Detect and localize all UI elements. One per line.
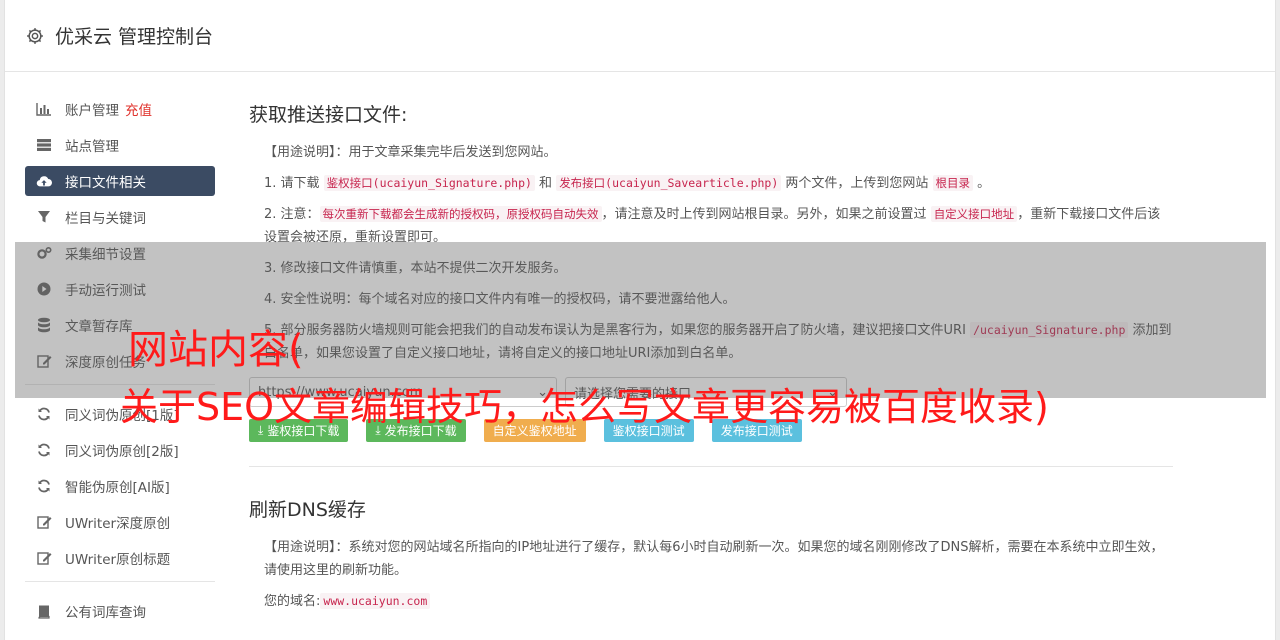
step-text: 。 — [973, 176, 991, 191]
custom-url-code: 自定义接口地址 — [930, 206, 1018, 222]
publish-file-code: 发布接口(ucaiyun_Savearticle.php) — [556, 175, 782, 191]
step-text: 两个文件，上传到您网站 — [781, 176, 933, 191]
gear-icon — [27, 27, 43, 44]
sidebar-item-label: UWriter原创标题 — [65, 552, 171, 568]
page-title: 优采云 管理控制台 — [55, 26, 214, 48]
section-title-api-files: 获取推送接口文件: — [249, 104, 408, 126]
sidebar-item-api-files[interactable]: 接口文件相关 — [25, 166, 215, 196]
usage-tag: 【用途说明】 — [264, 145, 336, 160]
sidebar-divider — [25, 581, 215, 582]
section-title-dns: 刷新DNS缓存 — [249, 499, 366, 521]
domain-value: www.ucaiyun.com — [320, 593, 431, 609]
section-divider — [249, 466, 1173, 467]
overlay-title-line1: 网站内容( — [128, 327, 304, 373]
top-header: 优采云 管理控制台 — [5, 0, 1275, 72]
sidebar-item-label: 同义词伪原创[2版] — [65, 444, 179, 460]
refresh-icon — [36, 442, 52, 458]
sidebar-item-uwriter-title[interactable]: UWriter原创标题 — [25, 543, 215, 573]
sidebar-item-label: 站点管理 — [65, 139, 119, 155]
bar-chart-icon — [36, 101, 52, 117]
usage-text: ：系统对您的网站域名所指向的IP地址进行了缓存，默认每6小时自动刷新一次。如果您… — [264, 540, 1164, 578]
sidebar-item-sites[interactable]: 站点管理 — [25, 130, 215, 160]
refresh-icon — [36, 478, 52, 494]
step-1: 1. 请下载 鉴权接口(ucaiyun_Signature.php) 和 发布接… — [264, 172, 1173, 195]
sidebar-item-label: UWriter深度原创 — [65, 516, 171, 532]
filter-icon — [36, 209, 52, 225]
server-icon — [36, 137, 52, 153]
overlay-title-line2: 关于SEO文章编辑技巧，怎么写文章更容易被百度收录) — [120, 385, 1049, 429]
recharge-link[interactable]: 充值 — [125, 99, 152, 119]
watermark-band — [15, 242, 1266, 398]
edit-icon — [36, 550, 52, 566]
dns-usage-note: 【用途说明】：系统对您的网站域名所指向的IP地址进行了缓存，默认每6小时自动刷新… — [264, 536, 1173, 582]
usage-text: ：用于文章采集完毕后发送到您网站。 — [335, 145, 557, 160]
refresh-icon — [36, 406, 52, 422]
edit-icon — [36, 514, 52, 530]
sidebar-item-label: 智能伪原创[AI版] — [65, 480, 170, 496]
step-text: ，请注意及时上传到网站根目录。另外，如果之前设置过 — [601, 207, 931, 222]
root-dir-code: 根目录 — [932, 175, 974, 191]
usage-tag: 【用途说明】 — [264, 540, 336, 555]
sidebar-item-public-lexicon[interactable]: 公有词库查询 — [25, 596, 215, 626]
usage-note: 【用途说明】：用于文章采集完毕后发送到您网站。 — [264, 141, 1173, 164]
sidebar-item-label: 账户管理 — [65, 103, 119, 119]
domain-label: 您的域名: — [264, 594, 321, 609]
sidebar-item-uwriter-deep[interactable]: UWriter深度原创 — [25, 507, 215, 537]
step-text: 1. 请下载 — [264, 176, 324, 191]
sidebar-item-label: 公有词库查询 — [65, 605, 146, 621]
sidebar-item-ai-rewrite[interactable]: 智能伪原创[AI版] — [25, 471, 215, 501]
sidebar-item-synonym-v2[interactable]: 同义词伪原创[2版] — [25, 435, 215, 465]
book-icon — [36, 603, 52, 619]
sidebar-item-label: 接口文件相关 — [65, 175, 146, 191]
sidebar-item-account[interactable]: 账户管理 充值 — [25, 94, 215, 124]
sidebar-item-columns-keywords[interactable]: 栏目与关键词 — [25, 202, 215, 232]
domain-row: 您的域名: www.ucaiyun.com — [264, 590, 1173, 613]
step-text: 和 — [534, 176, 557, 191]
warning-code: 每次重新下载都会生成新的授权码，原授权码自动失效 — [319, 206, 602, 222]
auth-file-code: 鉴权接口(ucaiyun_Signature.php) — [323, 175, 535, 191]
step-text: 2. 注意： — [264, 207, 320, 222]
sidebar-item-label: 栏目与关键词 — [65, 211, 146, 227]
cloud-upload-icon — [36, 173, 52, 189]
